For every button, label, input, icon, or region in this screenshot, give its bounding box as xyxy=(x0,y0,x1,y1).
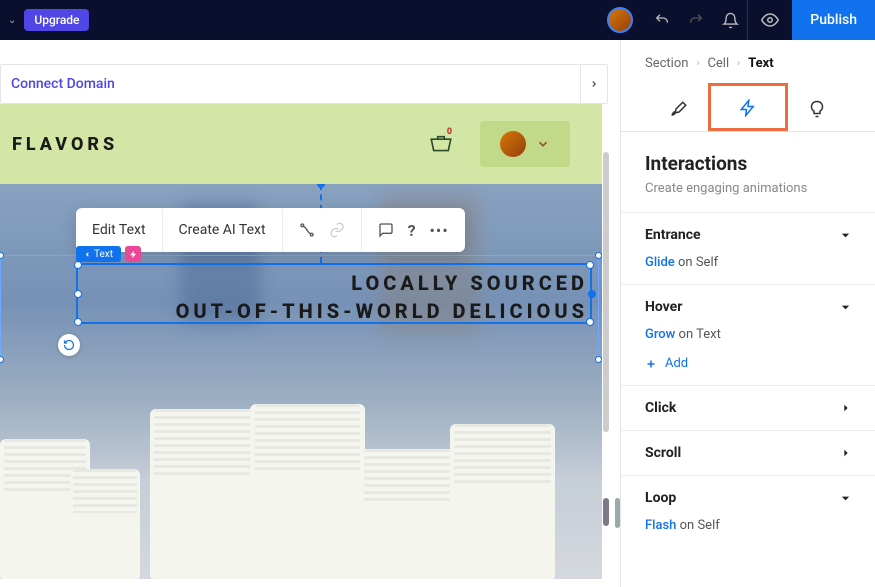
interaction-click: Click xyxy=(621,385,875,430)
resize-handle[interactable] xyxy=(595,252,602,259)
selection-tag[interactable]: Text xyxy=(76,246,121,262)
animation-target: on Text xyxy=(679,327,721,342)
brush-icon xyxy=(670,100,688,118)
reset-rotation-icon[interactable] xyxy=(58,334,80,356)
link-icon xyxy=(329,222,345,238)
accordion-header[interactable]: Hover xyxy=(645,299,851,315)
tab-design[interactable] xyxy=(650,87,708,131)
login-avatar xyxy=(500,131,526,157)
help-icon[interactable]: ? xyxy=(408,221,416,240)
breadcrumb-current: Text xyxy=(748,56,774,71)
panel-scroll-thumb[interactable] xyxy=(603,498,609,526)
preview-icon[interactable] xyxy=(748,0,792,40)
app-menu-chevron[interactable]: ⌄ xyxy=(8,15,16,26)
chevron-right-icon: › xyxy=(696,58,699,69)
interaction-entrance: Entrance Glide on Self xyxy=(621,212,875,284)
inspector-panel: Section › Cell › Text Interactions Creat… xyxy=(620,40,875,587)
resize-handle[interactable] xyxy=(595,356,602,363)
chevron-right-icon: › xyxy=(737,58,740,69)
brand-logo: FLAVORS xyxy=(12,134,118,155)
interaction-scroll: Scroll xyxy=(621,430,875,475)
user-avatar[interactable] xyxy=(607,7,633,33)
path-icon[interactable] xyxy=(299,222,315,238)
resize-handle[interactable] xyxy=(74,261,82,269)
caret-down-icon xyxy=(840,302,851,313)
lightbulb-icon xyxy=(808,100,826,118)
accordion-header[interactable]: Scroll xyxy=(645,445,851,461)
animation-target: on Self xyxy=(678,255,718,270)
breadcrumb: Section › Cell › Text xyxy=(621,40,875,79)
chevron-right-icon[interactable] xyxy=(580,64,608,104)
caret-right-icon xyxy=(841,403,851,413)
bolt-icon xyxy=(739,99,757,117)
hero-section[interactable]: Edit Text Create AI Text ? ••• Text xyxy=(0,184,602,579)
accordion-header[interactable]: Loop xyxy=(645,490,851,506)
publish-button[interactable]: Publish xyxy=(792,0,875,40)
panel-subtitle: Create engaging animations xyxy=(645,181,851,196)
breadcrumb-section[interactable]: Section xyxy=(645,56,688,71)
accordion-header[interactable]: Click xyxy=(645,400,851,416)
interaction-hover: Hover Grow on Text Add xyxy=(621,284,875,385)
undo-icon[interactable] xyxy=(645,0,679,40)
more-icon[interactable]: ••• xyxy=(430,221,449,240)
cart-icon[interactable]: 0 xyxy=(428,133,454,155)
upgrade-button[interactable]: Upgrade xyxy=(24,9,89,31)
tab-ideas[interactable] xyxy=(788,87,846,131)
cart-count: 0 xyxy=(447,127,452,137)
animation-name[interactable]: Flash xyxy=(645,518,676,533)
chevron-down-icon xyxy=(536,137,550,151)
resize-handle[interactable] xyxy=(74,318,82,326)
add-interaction-button[interactable]: Add xyxy=(645,356,851,371)
breadcrumb-cell[interactable]: Cell xyxy=(707,56,729,71)
resize-handle[interactable] xyxy=(586,261,594,269)
resize-handle[interactable] xyxy=(74,290,82,298)
caret-down-icon xyxy=(840,493,851,504)
comment-icon[interactable] xyxy=(378,222,394,238)
animation-name[interactable]: Glide xyxy=(645,255,675,270)
create-ai-text-button[interactable]: Create AI Text xyxy=(163,208,283,252)
interaction-badge-icon[interactable] xyxy=(125,246,141,262)
site-header: FLAVORS 0 xyxy=(0,104,602,184)
redo-icon xyxy=(679,0,713,40)
panel-title: Interactions xyxy=(645,152,851,175)
caret-right-icon xyxy=(841,448,851,458)
resize-handle[interactable] xyxy=(588,290,596,298)
accordion-header[interactable]: Entrance xyxy=(645,227,851,243)
top-bar: ⌄ Upgrade Publish xyxy=(0,0,875,40)
connect-domain-label: Connect Domain xyxy=(11,76,115,92)
canvas-scrollbar-track[interactable] xyxy=(603,152,609,432)
panel-scrollbar[interactable] xyxy=(615,498,620,528)
login-button[interactable] xyxy=(480,121,570,167)
resize-handle[interactable] xyxy=(0,252,4,259)
plus-icon xyxy=(645,358,657,370)
animation-target: on Self xyxy=(680,518,720,533)
headline-line: OUT-OF-THIS-WORLD DELICIOUS xyxy=(176,297,588,325)
caret-down-icon xyxy=(840,230,851,241)
headline-text[interactable]: LOCALLY SOURCED OUT-OF-THIS-WORLD DELICI… xyxy=(176,269,588,325)
connect-domain-bar[interactable]: Connect Domain xyxy=(0,64,608,104)
interaction-loop: Loop Flash on Self xyxy=(621,475,875,547)
tab-interactions[interactable] xyxy=(719,87,777,131)
notifications-icon[interactable] xyxy=(713,0,747,40)
inspector-tabs xyxy=(621,79,875,132)
canvas[interactable]: Connect Domain FLAVORS 0 xyxy=(0,40,620,587)
animation-name[interactable]: Grow xyxy=(645,327,675,342)
headline-line: LOCALLY SOURCED xyxy=(176,269,588,297)
